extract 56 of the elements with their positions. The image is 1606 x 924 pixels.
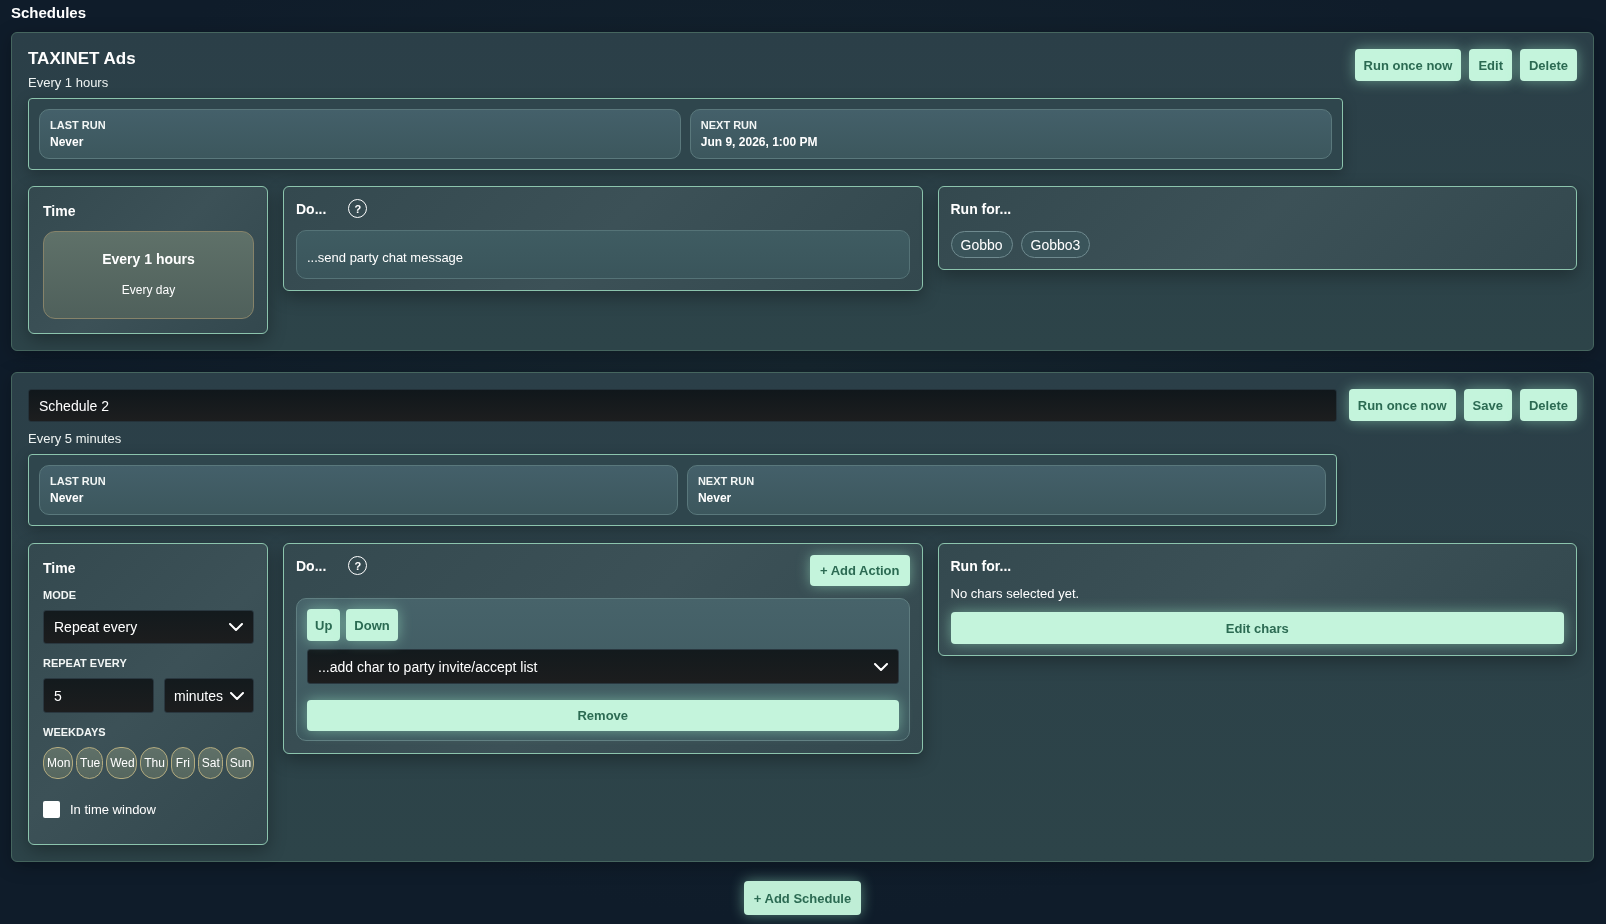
interval-text: Every 1 hours xyxy=(101,250,196,269)
page-title: Schedules xyxy=(11,4,88,22)
chevron-down-icon xyxy=(230,691,244,700)
character-chip: Gobbo3 xyxy=(1020,231,1091,258)
stat-value: Jun 9, 2026, 1:00 PM xyxy=(700,135,819,150)
delete-button[interactable]: Delete xyxy=(1519,389,1577,421)
weekday-toggle[interactable]: Tue xyxy=(76,747,104,779)
card-title: Do... xyxy=(296,200,327,219)
add-action-button[interactable]: + Add Action xyxy=(809,555,910,586)
stat-value: Never xyxy=(697,491,733,506)
stat-label: LAST RUN xyxy=(50,474,107,488)
weekday-toggle[interactable]: Mon xyxy=(43,747,74,779)
time-window-checkbox[interactable] xyxy=(43,801,60,818)
chevron-down-icon xyxy=(229,623,243,631)
schedule-summary: Every 5 minutes xyxy=(28,432,123,446)
stat-label: NEXT RUN xyxy=(700,118,758,132)
interval-input[interactable]: 5 xyxy=(43,678,154,713)
weekday-toggle[interactable]: Sat xyxy=(197,747,223,779)
stat-value: Never xyxy=(50,135,85,150)
move-down-button[interactable]: Down xyxy=(346,609,398,641)
card-title: Time xyxy=(43,559,77,578)
add-schedule-button[interactable]: + Add Schedule xyxy=(743,881,862,915)
weekday-toggle[interactable]: Thu xyxy=(140,747,168,779)
card-title: Do... xyxy=(296,557,327,576)
run-now-button[interactable]: Run once now xyxy=(1348,389,1456,421)
character-chip: Gobbo xyxy=(950,231,1013,258)
mode-select[interactable]: Repeat every xyxy=(43,610,254,644)
days-text: Every day xyxy=(120,283,177,298)
save-button[interactable]: Save xyxy=(1463,389,1512,421)
empty-message: No chars selected yet. xyxy=(950,586,1081,602)
stat-label: LAST RUN xyxy=(50,118,107,132)
card-title: Time xyxy=(43,202,77,221)
edit-chars-button[interactable]: Edit chars xyxy=(950,612,1564,644)
chevron-down-icon xyxy=(873,662,888,671)
action-select[interactable]: ...add char to party invite/accept list xyxy=(307,649,899,684)
weekday-toggle[interactable]: Wed xyxy=(106,747,138,779)
edit-button[interactable]: Edit xyxy=(1469,49,1512,81)
card-title: Run for... xyxy=(950,200,1013,219)
schedule-name-input[interactable]: Schedule 2 xyxy=(28,389,1337,422)
weekday-toggle[interactable]: Sun xyxy=(225,747,254,779)
checkbox-label: In time window xyxy=(70,801,156,818)
run-now-button[interactable]: Run once now xyxy=(1354,49,1462,81)
field-label: MODE xyxy=(43,588,77,602)
unit-select[interactable]: minutes xyxy=(164,678,254,713)
action-item[interactable]: ...send party chat message xyxy=(296,230,910,279)
remove-button[interactable]: Remove xyxy=(307,700,899,731)
card-title: Run for... xyxy=(950,557,1013,576)
field-label: WEEKDAYS xyxy=(43,725,107,739)
schedule-summary: Every 1 hours xyxy=(28,76,110,90)
weekday-toggle[interactable]: Fri xyxy=(170,747,195,779)
stat-label: NEXT RUN xyxy=(697,474,756,488)
delete-button[interactable]: Delete xyxy=(1519,49,1577,81)
move-up-button[interactable]: Up xyxy=(307,609,341,641)
schedule-title: TAXINET Ads xyxy=(28,48,137,70)
field-label: REPEAT EVERY xyxy=(43,656,128,670)
stat-value: Never xyxy=(50,491,85,506)
